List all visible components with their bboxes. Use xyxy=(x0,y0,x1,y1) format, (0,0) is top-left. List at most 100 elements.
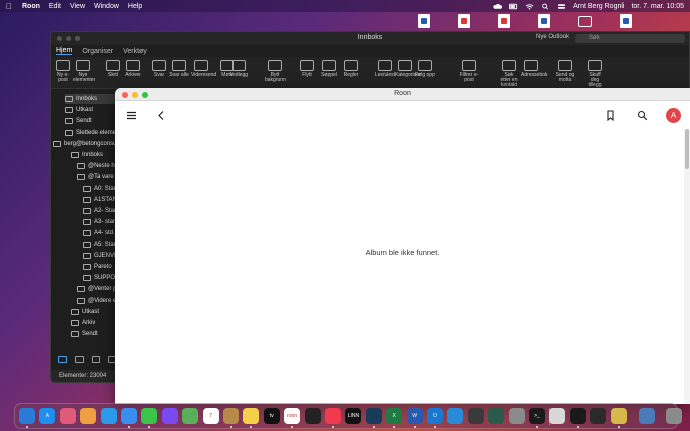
contacts-icon[interactable] xyxy=(223,408,239,424)
trash-icon[interactable] xyxy=(665,408,682,424)
terminal-icon[interactable]: >_ xyxy=(529,408,545,424)
battery-icon[interactable] xyxy=(509,3,518,10)
address-book-button[interactable]: Adressebok xyxy=(521,60,547,78)
cloud-icon[interactable] xyxy=(493,3,503,10)
folder-item[interactable]: @Neste handling xyxy=(77,161,117,171)
folder-item[interactable]: @Videre en gang xyxy=(77,296,117,306)
reply-button[interactable]: Svar xyxy=(149,60,169,78)
profile-avatar[interactable]: A xyxy=(666,108,681,123)
time-machine-icon[interactable] xyxy=(488,408,505,424)
scrollbar-thumb[interactable] xyxy=(685,129,689,169)
printer-icon[interactable] xyxy=(508,408,525,424)
flag-button[interactable]: Følg opp xyxy=(415,60,435,78)
folder-item[interactable]: Innboks xyxy=(71,150,117,160)
mail-nav-icon[interactable] xyxy=(58,355,67,363)
folder-item[interactable]: Sendt xyxy=(71,329,117,339)
filter-button[interactable]: Filtrer e-post xyxy=(459,60,479,83)
junk-button[interactable]: Søppel xyxy=(319,60,339,78)
mail-file-icon[interactable] xyxy=(578,16,592,27)
bookmark-icon[interactable] xyxy=(605,110,616,121)
scrollbar[interactable] xyxy=(684,129,690,404)
safari-icon[interactable] xyxy=(100,408,117,424)
messenger-icon[interactable] xyxy=(161,408,178,424)
folder-item[interactable]: Innboks xyxy=(65,94,117,104)
folder-item[interactable]: @Venter på xyxy=(77,284,117,294)
read-unread-button[interactable]: Les/ulest xyxy=(375,60,395,78)
move-folder-button[interactable]: Flytt xyxy=(297,60,317,78)
sync-button[interactable]: Send og motta xyxy=(555,60,575,83)
back-arrow-icon[interactable] xyxy=(156,110,167,121)
music-icon[interactable] xyxy=(325,408,341,424)
menu-help[interactable]: Help xyxy=(128,3,142,10)
notes-icon[interactable] xyxy=(243,408,260,424)
wifi-icon[interactable] xyxy=(525,3,534,10)
folder-item[interactable]: Arkiv xyxy=(71,318,117,328)
search-icon[interactable] xyxy=(637,110,648,121)
menu-app-name[interactable]: Roon xyxy=(22,3,40,10)
clock[interactable]: tor. 7. mar. 10:05 xyxy=(631,3,684,10)
account-header[interactable]: berg@betongconsult.no xyxy=(53,139,117,149)
menu-window[interactable]: Window xyxy=(94,3,119,10)
categorize-button[interactable]: Kategoriser xyxy=(395,60,421,78)
user-name[interactable]: Arnt Berg Rognli xyxy=(573,3,624,10)
tab-hjem[interactable]: Hjem xyxy=(56,47,73,55)
folder-item[interactable]: Slettede elementer xyxy=(65,128,117,138)
outlook-icon[interactable]: O xyxy=(427,408,443,424)
folder-item[interactable]: Pareto xyxy=(83,262,117,272)
downloads-stack-icon[interactable] xyxy=(639,408,655,424)
script-editor-icon[interactable] xyxy=(549,408,566,424)
calendar-icon[interactable]: 7 xyxy=(202,408,219,424)
network-icon[interactable] xyxy=(365,408,382,424)
folder-item[interactable]: SUPPORT xyxy=(83,273,117,283)
outlook-search-input[interactable]: Søk xyxy=(575,34,685,43)
tab-verktoy[interactable]: Verktøy xyxy=(123,48,147,55)
folder-item[interactable]: A4- std. xyxy=(83,228,117,238)
pdf-file-icon[interactable] xyxy=(498,14,510,28)
folder-item[interactable]: A2- Standard xyxy=(83,206,117,216)
moon-button[interactable]: Bytt bakgrunn xyxy=(265,60,286,83)
folder-item[interactable]: A3- standard xyxy=(83,217,117,227)
trash-button[interactable]: Slett xyxy=(103,60,123,78)
menu-view[interactable]: View xyxy=(70,3,85,10)
mail-icon[interactable] xyxy=(121,408,137,424)
archive-button[interactable]: Arkiver xyxy=(123,60,143,78)
console-icon[interactable] xyxy=(590,408,607,424)
pdf-file-icon[interactable] xyxy=(458,14,470,28)
archive-utility-icon[interactable] xyxy=(610,408,627,424)
control-center-icon[interactable] xyxy=(557,3,566,10)
activity-monitor-icon[interactable] xyxy=(569,408,586,424)
word-file-icon[interactable] xyxy=(538,14,550,28)
menu-edit[interactable]: Edit xyxy=(49,3,61,10)
app-store-icon[interactable]: A xyxy=(39,408,56,424)
folder-item[interactable]: A1STANDARD xyxy=(83,195,117,205)
new-items-button[interactable]: Nye elementer xyxy=(73,60,95,83)
attachment-button[interactable]: Vedlegg xyxy=(229,60,249,78)
people-nav-icon[interactable] xyxy=(91,355,101,363)
photos-icon[interactable] xyxy=(80,408,97,424)
word-file-icon[interactable] xyxy=(418,14,430,28)
folder-item[interactable]: Utkast xyxy=(65,105,117,115)
folder-item[interactable]: A0: Standard xyxy=(83,184,117,194)
rules-button[interactable]: Regler xyxy=(341,60,361,78)
wifi-app-icon[interactable] xyxy=(447,408,464,424)
quicktime-icon[interactable] xyxy=(467,408,484,424)
folder-item[interactable]: A5: Standard xyxy=(83,240,117,250)
roon-icon[interactable]: roon xyxy=(284,408,301,424)
linn-icon[interactable]: LINN xyxy=(345,408,362,424)
excel-icon[interactable]: X xyxy=(386,408,403,424)
folder-item[interactable]: @Ta vare på xyxy=(77,172,117,182)
new-email-button[interactable]: Ny e-post xyxy=(53,60,73,83)
folder-item[interactable]: Utkast xyxy=(71,307,117,317)
hamburger-menu-icon[interactable] xyxy=(126,110,137,121)
launchpad-icon[interactable] xyxy=(59,408,76,424)
reply-all-button[interactable]: Svar alle xyxy=(169,60,189,78)
maps-icon[interactable] xyxy=(182,408,199,424)
apple-menu-icon[interactable]:  xyxy=(6,2,14,11)
tab-organiser[interactable]: Organiser xyxy=(82,48,113,55)
folder-item[interactable]: GJENVINNING xyxy=(83,251,117,261)
word-file-icon[interactable] xyxy=(620,14,632,28)
folder-item[interactable]: Sendt xyxy=(65,116,117,126)
word-icon[interactable]: W xyxy=(406,408,423,424)
apple-tv-icon[interactable]: tv xyxy=(263,408,280,424)
search-icon[interactable] xyxy=(541,3,550,10)
